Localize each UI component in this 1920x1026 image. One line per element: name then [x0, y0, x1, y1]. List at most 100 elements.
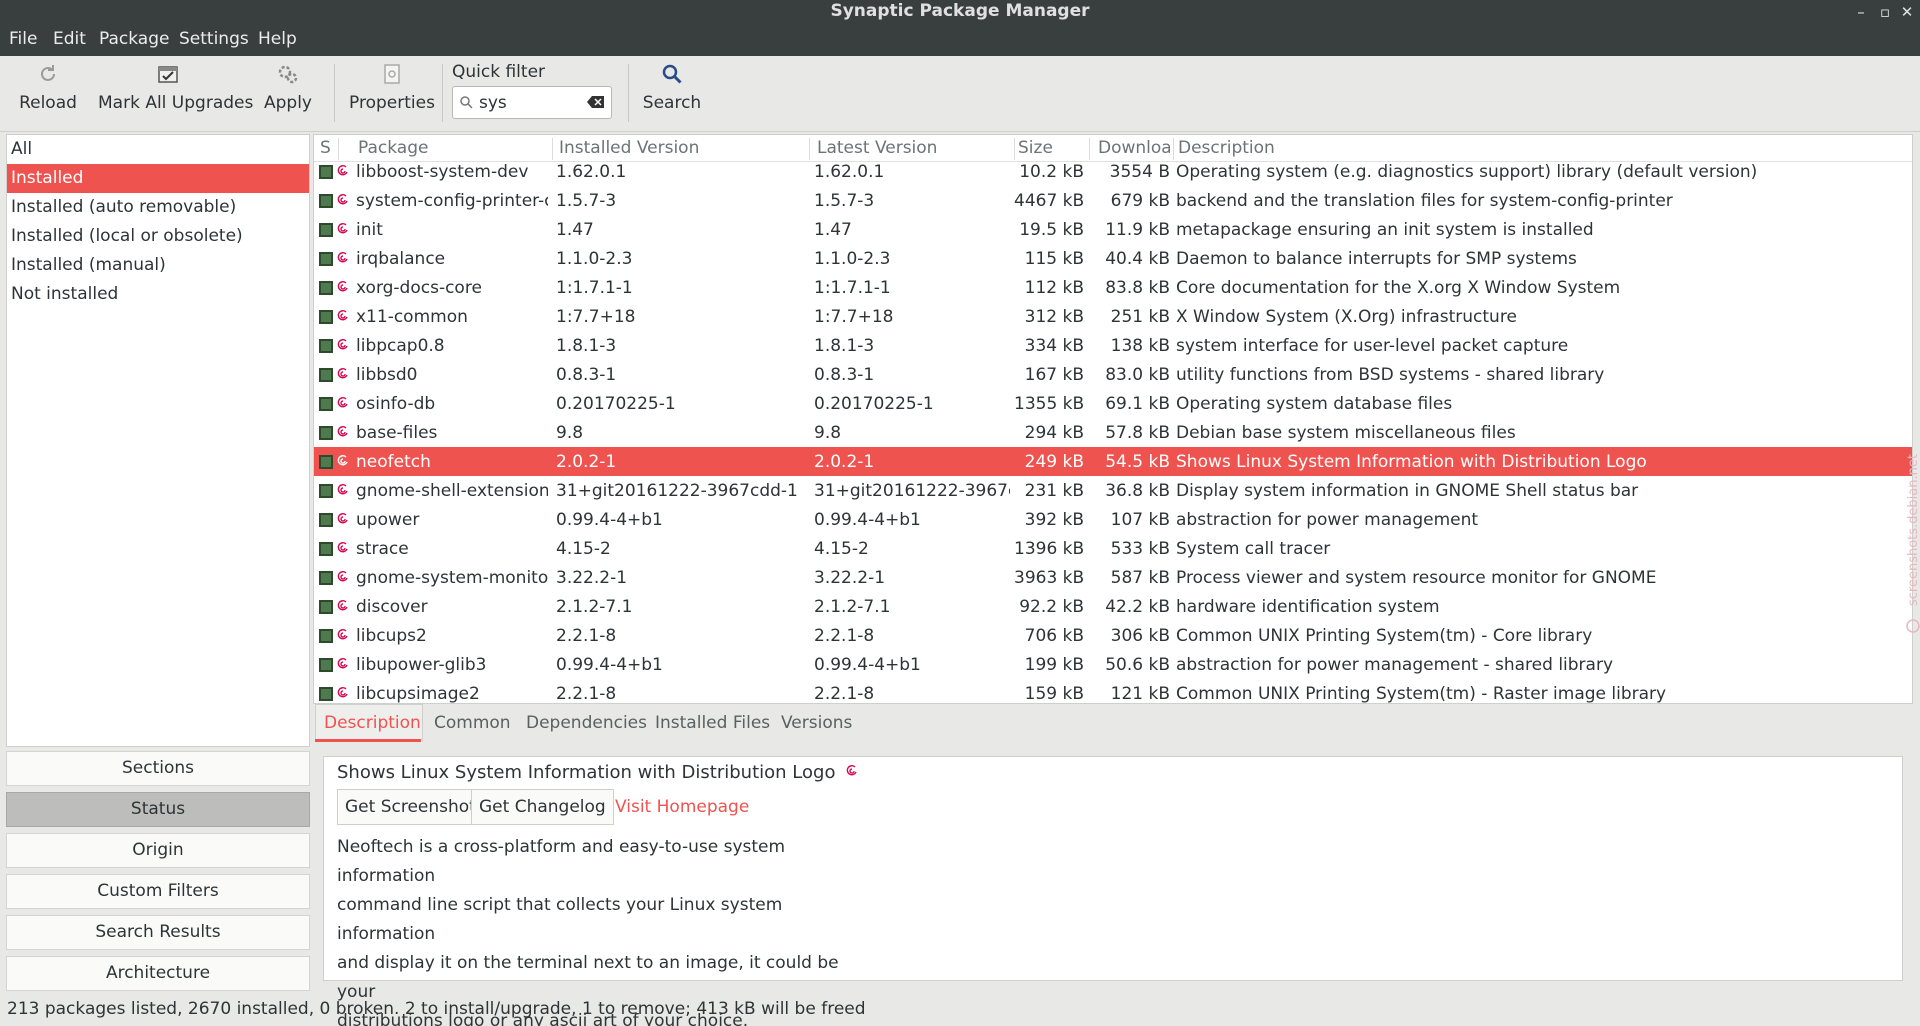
table-row[interactable]: neofetch 2.0.2-1 2.0.2-1 249 kB 54.5 kB Shows… — [314, 447, 1912, 476]
cell-latest-version: 2.1.2-7.1 — [814, 597, 891, 617]
properties-label: Properties — [349, 93, 435, 113]
tab-versions[interactable]: Versions — [781, 713, 852, 733]
cell-description: abstraction for power management - share… — [1176, 655, 1614, 675]
table-row[interactable]: gnome-system-monitor 3.22.2-1 3.22.2-1 3963… — [314, 563, 1912, 592]
installed-status-checkbox[interactable] — [319, 455, 333, 469]
table-row[interactable]: system-config-printer-common 1.5.7-3 1.5.7… — [314, 186, 1912, 215]
installed-status-checkbox[interactable] — [319, 687, 333, 701]
table-row[interactable]: libcups2 2.2.1-8 2.2.1-8 706 kB 306 kB Common… — [314, 621, 1912, 650]
cell-installed-version: 2.2.1-8 — [556, 684, 617, 704]
installed-status-checkbox[interactable] — [319, 629, 333, 643]
package-description: Neoftech is a cross-platform and easy-to… — [337, 833, 857, 1026]
table-row[interactable]: upower 0.99.4-4+b1 0.99.4-4+b1 392 kB 107 kB… — [314, 505, 1912, 534]
reload-label: Reload — [19, 93, 77, 113]
column-header-size[interactable]: Size — [1018, 138, 1088, 158]
origin-button[interactable]: Origin — [6, 833, 310, 868]
menu-settings[interactable]: Settings — [179, 29, 249, 49]
get-changelog-button[interactable]: Get Changelog — [471, 789, 614, 825]
mark-all-upgrades-button[interactable]: Mark All Upgrades — [98, 62, 253, 124]
column-header-description[interactable]: Description — [1178, 138, 1478, 158]
installed-status-checkbox[interactable] — [319, 194, 333, 208]
installed-status-checkbox[interactable] — [319, 252, 333, 266]
column-header-installed-version[interactable]: Installed Version — [559, 138, 759, 158]
visit-homepage-link[interactable]: Visit Homepage — [615, 797, 749, 817]
installed-status-checkbox[interactable] — [319, 310, 333, 324]
tab-description[interactable]: Description — [324, 713, 421, 733]
menu-help[interactable]: Help — [258, 29, 297, 49]
table-row[interactable]: libpcap0.8 1.8.1-3 1.8.1-3 334 kB 138 kB syst… — [314, 331, 1912, 360]
filter-item-installed[interactable]: Installed — [7, 164, 309, 193]
debian-swirl-icon — [337, 629, 348, 640]
installed-status-checkbox[interactable] — [319, 571, 333, 585]
installed-status-checkbox[interactable] — [319, 513, 333, 527]
debian-swirl-icon — [337, 339, 348, 350]
apply-button[interactable]: Apply — [258, 62, 318, 124]
cell-package: gnome-shell-extension-system-monitor — [356, 481, 548, 501]
table-row[interactable]: base-files 9.8 9.8 294 kB 57.8 kB Debian base… — [314, 418, 1912, 447]
table-row[interactable]: discover 2.1.2-7.1 2.1.2-7.1 92.2 kB 42.2 kB… — [314, 592, 1912, 621]
clear-icon[interactable] — [587, 95, 605, 109]
table-row[interactable]: init 1.47 1.47 19.5 kB 11.9 kB metapackage en… — [314, 215, 1912, 244]
installed-status-checkbox[interactable] — [319, 165, 333, 179]
filter-item-installed-auto-removable[interactable]: Installed (auto removable) — [7, 193, 309, 222]
cell-description: Process viewer and system resource monit… — [1176, 568, 1657, 588]
table-row[interactable]: irqbalance 1.1.0-2.3 1.1.0-2.3 115 kB 40.4 k… — [314, 244, 1912, 273]
filter-item-all[interactable]: All — [7, 135, 309, 164]
menu-file[interactable]: File — [9, 29, 37, 49]
cell-description: Common UNIX Printing System(tm) - Core l… — [1176, 626, 1593, 646]
installed-status-checkbox[interactable] — [319, 658, 333, 672]
sections-button[interactable]: Sections — [6, 751, 310, 786]
installed-status-checkbox[interactable] — [319, 426, 333, 440]
table-row[interactable]: libcupsimage2 2.2.1-8 2.2.1-8 159 kB 121 kB C… — [314, 679, 1912, 704]
column-header-package[interactable]: Package — [358, 138, 508, 158]
filter-item-not-installed[interactable]: Not installed — [7, 280, 309, 309]
tab-common[interactable]: Common — [434, 713, 511, 733]
filter-item-installed-manual[interactable]: Installed (manual) — [7, 251, 309, 280]
cell-package: irqbalance — [356, 249, 446, 269]
column-header-status[interactable]: S — [320, 138, 331, 158]
menu-edit[interactable]: Edit — [53, 29, 86, 49]
close-icon[interactable]: ✕ — [1898, 0, 1916, 24]
table-row[interactable]: libbsd0 0.8.3-1 0.8.3-1 167 kB 83.0 kB utilit… — [314, 360, 1912, 389]
cell-download: 54.5 kB — [1105, 452, 1170, 472]
installed-status-checkbox[interactable] — [319, 484, 333, 498]
column-header-download[interactable]: Download — [1098, 138, 1170, 158]
installed-status-checkbox[interactable] — [319, 281, 333, 295]
custom-filters-button[interactable]: Custom Filters — [6, 874, 310, 909]
cell-package: xorg-docs-core — [356, 278, 482, 298]
search-results-button[interactable]: Search Results — [6, 915, 310, 950]
search-button[interactable]: Search — [642, 62, 702, 124]
filter-item-installed-local-obsolete[interactable]: Installed (local or obsolete) — [7, 222, 309, 251]
tab-dependencies[interactable]: Dependencies — [526, 713, 647, 733]
maximize-icon[interactable]: ▫ — [1876, 0, 1894, 24]
table-row[interactable]: xorg-docs-core 1:1.7.1-1 1:1.7.1-1 112 kB 83… — [314, 273, 1912, 302]
table-row[interactable]: gnome-shell-extension-system-monitor 31+g… — [314, 476, 1912, 505]
installed-status-checkbox[interactable] — [319, 542, 333, 556]
reload-button[interactable]: Reload — [18, 62, 78, 124]
column-separator — [1089, 138, 1090, 160]
debian-swirl-icon — [846, 765, 857, 776]
table-row[interactable]: x11-common 1:7.7+18 1:7.7+18 312 kB 251 kB X … — [314, 302, 1912, 331]
cell-description: utility functions from BSD systems - sha… — [1176, 365, 1605, 385]
minimize-icon[interactable]: – — [1852, 0, 1870, 24]
get-screenshot-button[interactable]: Get Screenshot — [337, 789, 484, 825]
column-header-latest-version[interactable]: Latest Version — [817, 138, 1017, 158]
table-row[interactable]: libupower-glib3 0.99.4-4+b1 0.99.4-4+b1 199… — [314, 650, 1912, 679]
menu-package[interactable]: Package — [99, 29, 169, 49]
installed-status-checkbox[interactable] — [319, 368, 333, 382]
cell-installed-version: 1:7.7+18 — [556, 307, 636, 327]
installed-status-checkbox[interactable] — [319, 397, 333, 411]
installed-status-checkbox[interactable] — [319, 600, 333, 614]
installed-status-checkbox[interactable] — [319, 223, 333, 237]
architecture-button[interactable]: Architecture — [6, 956, 310, 991]
tab-installed-files[interactable]: Installed Files — [655, 713, 770, 733]
installed-status-checkbox[interactable] — [319, 339, 333, 353]
cell-latest-version: 2.2.1-8 — [814, 626, 875, 646]
table-row[interactable]: osinfo-db 0.20170225-1 0.20170225-1 1355 kB… — [314, 389, 1912, 418]
properties-button[interactable]: Properties — [348, 62, 436, 124]
quick-filter-field[interactable] — [452, 86, 612, 119]
quick-filter-input[interactable] — [479, 91, 579, 115]
status-button[interactable]: Status — [6, 792, 310, 827]
table-row[interactable]: strace 4.15-2 4.15-2 1396 kB 533 kB System ca… — [314, 534, 1912, 563]
debian-swirl-icon — [337, 455, 348, 466]
